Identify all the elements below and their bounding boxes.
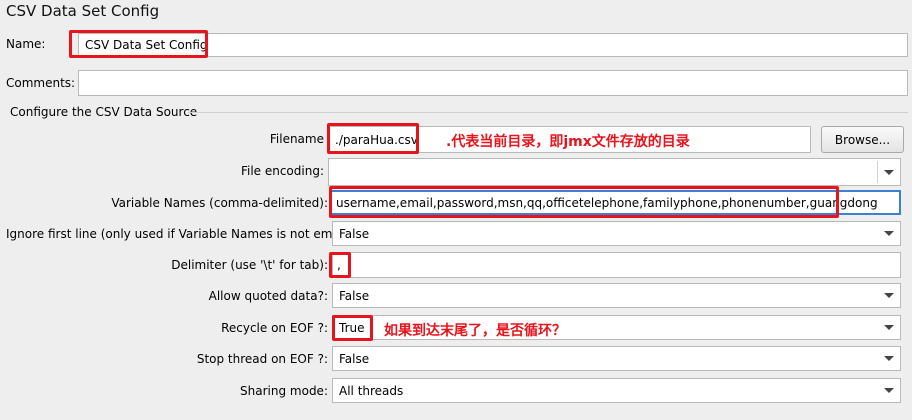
- filename-label: Filename: [269, 132, 324, 146]
- delimiter-highlight-box: [329, 252, 351, 278]
- recycle-annotation: 如果到达末尾了，是否循环？: [384, 323, 566, 339]
- chevron-down-icon[interactable]: [878, 347, 900, 370]
- stop-thread-eof-label: Stop thread on EOF ?:: [196, 352, 328, 366]
- ignore-first-line-combo[interactable]: False: [332, 221, 901, 246]
- ignore-first-line-label: Ignore first line (only used if Variable…: [6, 227, 361, 241]
- sharing-mode-value: All threads: [339, 383, 404, 398]
- chevron-down-icon[interactable]: [878, 159, 900, 185]
- allow-quoted-combo[interactable]: False: [332, 283, 901, 308]
- stop-thread-eof-value: False: [339, 351, 370, 366]
- recycle-eof-highlight-box: [332, 315, 373, 341]
- name-highlight-box: [69, 30, 208, 58]
- file-encoding-label: File encoding:: [240, 164, 324, 178]
- file-encoding-combo[interactable]: [328, 158, 901, 186]
- section-title: Configure the CSV Data Source: [10, 105, 198, 119]
- chevron-down-icon[interactable]: [878, 284, 900, 307]
- comments-label: Comments:: [6, 76, 76, 90]
- ignore-first-line-value: False: [339, 226, 370, 241]
- sharing-mode-label: Sharing mode:: [240, 384, 328, 398]
- variable-names-label: Variable Names (comma-delimited):: [111, 196, 328, 210]
- chevron-down-icon[interactable]: [878, 379, 900, 402]
- chevron-down-icon[interactable]: [878, 316, 900, 339]
- delimiter-field[interactable]: ,: [332, 252, 901, 278]
- allow-quoted-value: False: [339, 288, 370, 303]
- page-title: CSV Data Set Config: [6, 2, 160, 20]
- filename-highlight-box: [327, 123, 419, 154]
- delimiter-label: Delimiter (use '\t' for tab):: [171, 258, 328, 272]
- chevron-down-icon[interactable]: [878, 222, 900, 245]
- browse-button[interactable]: Browse...: [821, 126, 904, 153]
- filename-annotation: .代表当前目录，即jmx文件存放的目录: [446, 134, 690, 150]
- recycle-eof-label: Recycle on EOF ?:: [221, 321, 328, 335]
- comments-field[interactable]: [78, 70, 908, 96]
- name-label: Name:: [6, 37, 46, 51]
- stop-thread-eof-combo[interactable]: False: [332, 346, 901, 371]
- section-divider: [188, 112, 908, 113]
- sharing-mode-combo[interactable]: All threads: [332, 378, 901, 403]
- allow-quoted-label: Allow quoted data?:: [208, 289, 328, 303]
- variable-names-highlight-box: [329, 186, 839, 218]
